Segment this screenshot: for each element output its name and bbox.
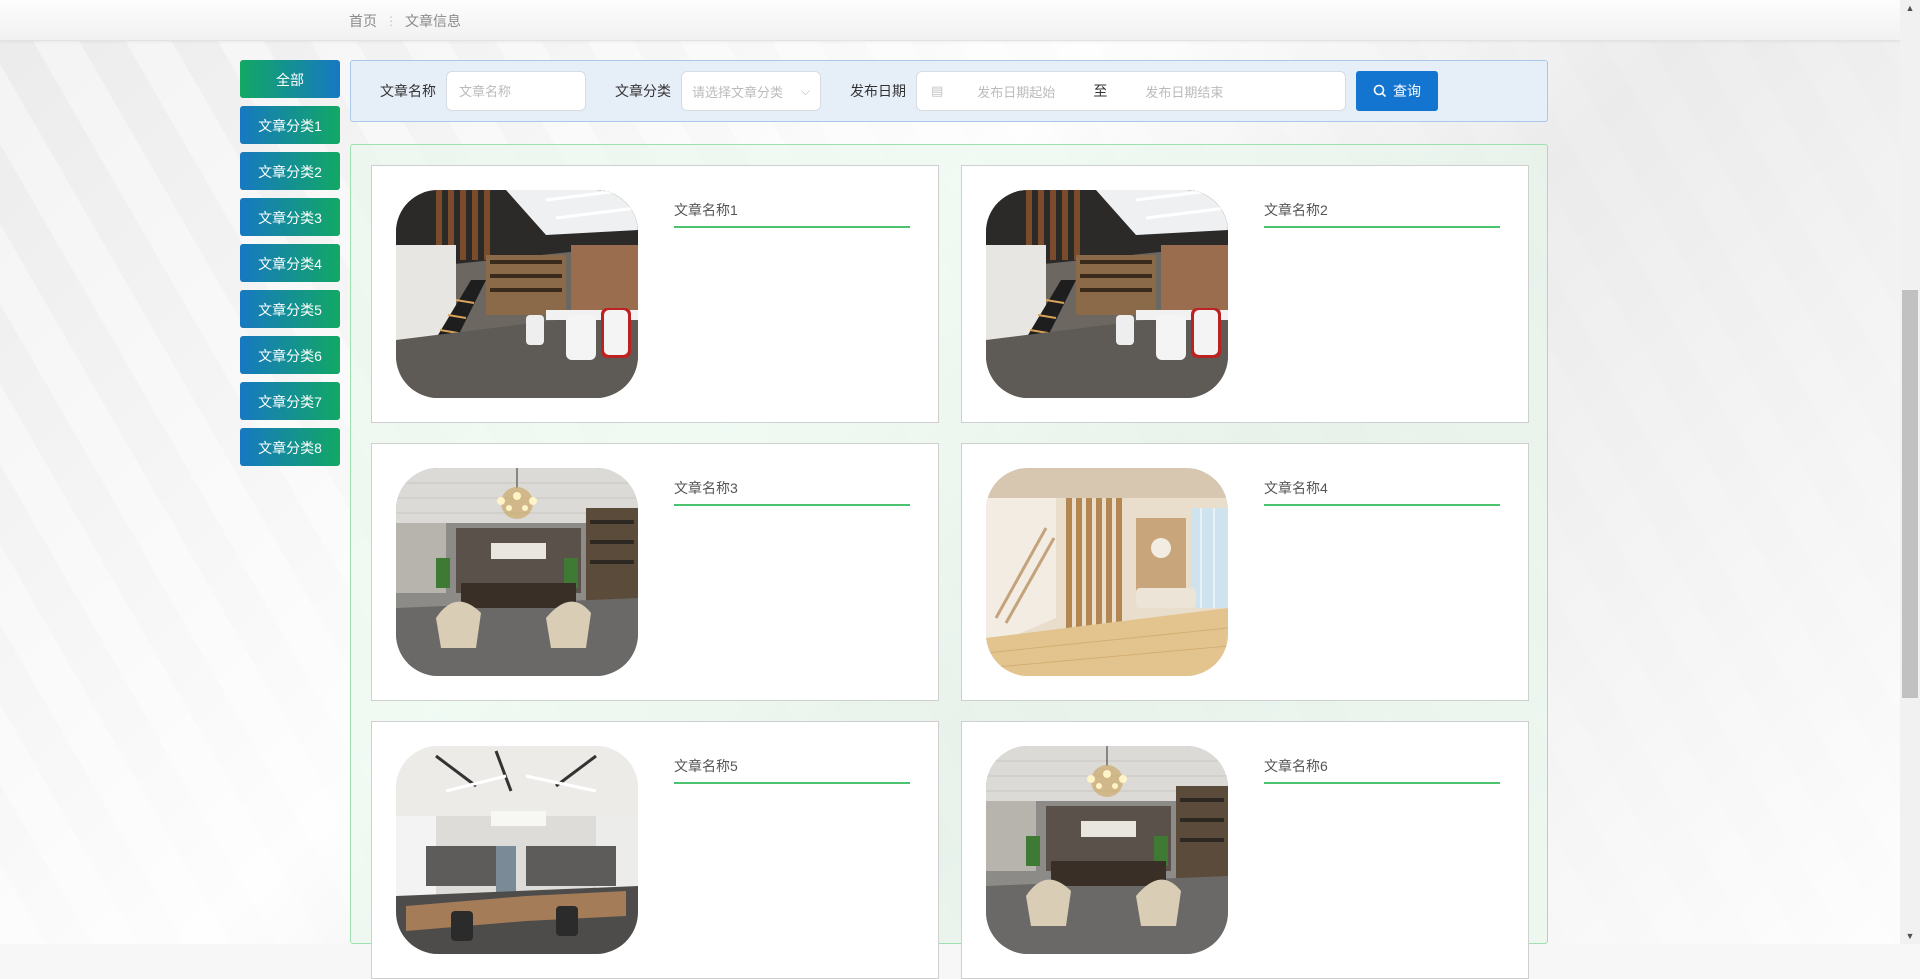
category-2-button[interactable]: 文章分类2 bbox=[240, 152, 340, 190]
article-card[interactable]: 文章名称2 bbox=[961, 165, 1529, 423]
calendar-icon: ▤ bbox=[931, 83, 944, 98]
article-category-select[interactable]: 请选择文章分类 ⌵ bbox=[681, 71, 821, 111]
category-all-button[interactable]: 全部 bbox=[240, 60, 340, 98]
article-name-input[interactable] bbox=[457, 82, 575, 100]
search-bar: 文章名称 文章分类 请选择文章分类 ⌵ 发布日期 ▤ 发布日期起始 至 发布日期… bbox=[350, 60, 1548, 122]
breadcrumb: 首页 ⋮ 文章信息 bbox=[349, 11, 461, 31]
article-title[interactable]: 文章名称1 bbox=[674, 200, 910, 228]
article-thumbnail[interactable] bbox=[396, 190, 638, 398]
article-title[interactable]: 文章名称4 bbox=[1264, 478, 1500, 506]
article-title[interactable]: 文章名称5 bbox=[674, 756, 910, 784]
article-thumbnail[interactable] bbox=[396, 746, 638, 954]
publish-date-label: 发布日期 bbox=[850, 83, 906, 99]
article-thumbnail[interactable] bbox=[986, 190, 1228, 398]
category-1-button[interactable]: 文章分类1 bbox=[240, 106, 340, 144]
article-thumbnail[interactable] bbox=[396, 468, 638, 676]
top-bar: 首页 ⋮ 文章信息 bbox=[0, 0, 1900, 41]
search-icon bbox=[1373, 84, 1387, 98]
scroll-down-arrow-icon[interactable]: ▼ bbox=[1900, 928, 1920, 944]
article-category-placeholder: 请选择文章分类 bbox=[692, 84, 784, 100]
article-title[interactable]: 文章名称2 bbox=[1264, 200, 1500, 228]
article-title[interactable]: 文章名称6 bbox=[1264, 756, 1500, 784]
article-card[interactable]: 文章名称4 bbox=[961, 443, 1529, 701]
category-nav: 全部 文章分类1 文章分类2 文章分类3 文章分类4 文章分类5 文章分类6 文… bbox=[240, 60, 340, 474]
article-card[interactable]: 文章名称3 bbox=[371, 443, 939, 701]
category-8-button[interactable]: 文章分类8 bbox=[240, 428, 340, 466]
category-5-button[interactable]: 文章分类5 bbox=[240, 290, 340, 328]
breadcrumb-home[interactable]: 首页 bbox=[349, 11, 377, 31]
article-title[interactable]: 文章名称3 bbox=[674, 478, 910, 506]
search-button-label: 查询 bbox=[1393, 83, 1421, 99]
date-end-input[interactable]: 发布日期结束 bbox=[1145, 82, 1223, 101]
article-thumbnail[interactable] bbox=[986, 746, 1228, 954]
article-list: 文章名称1 文章名称2 文章名称3 文章名称4 文章名称5 文章名称6 bbox=[350, 144, 1548, 979]
article-thumbnail[interactable] bbox=[986, 468, 1228, 676]
article-card[interactable]: 文章名称6 bbox=[961, 721, 1529, 979]
category-4-button[interactable]: 文章分类4 bbox=[240, 244, 340, 282]
date-range-separator: 至 bbox=[1093, 83, 1108, 99]
category-3-button[interactable]: 文章分类3 bbox=[240, 198, 340, 236]
article-card[interactable]: 文章名称5 bbox=[371, 721, 939, 979]
article-name-label: 文章名称 bbox=[380, 83, 436, 99]
date-start-input[interactable]: 发布日期起始 bbox=[977, 82, 1055, 101]
scrollbar-thumb[interactable] bbox=[1902, 290, 1918, 698]
category-6-button[interactable]: 文章分类6 bbox=[240, 336, 340, 374]
category-7-button[interactable]: 文章分类7 bbox=[240, 382, 340, 420]
article-name-field[interactable] bbox=[446, 71, 586, 111]
breadcrumb-separator: ⋮ bbox=[385, 14, 397, 28]
publish-date-range[interactable]: ▤ 发布日期起始 至 发布日期结束 bbox=[916, 71, 1346, 111]
search-button[interactable]: 查询 bbox=[1356, 71, 1438, 111]
breadcrumb-current: 文章信息 bbox=[405, 13, 461, 29]
chevron-down-icon: ⌵ bbox=[800, 83, 810, 98]
scroll-up-arrow-icon[interactable]: ▲ bbox=[1900, 0, 1920, 16]
article-category-label: 文章分类 bbox=[615, 83, 671, 99]
article-card[interactable]: 文章名称1 bbox=[371, 165, 939, 423]
